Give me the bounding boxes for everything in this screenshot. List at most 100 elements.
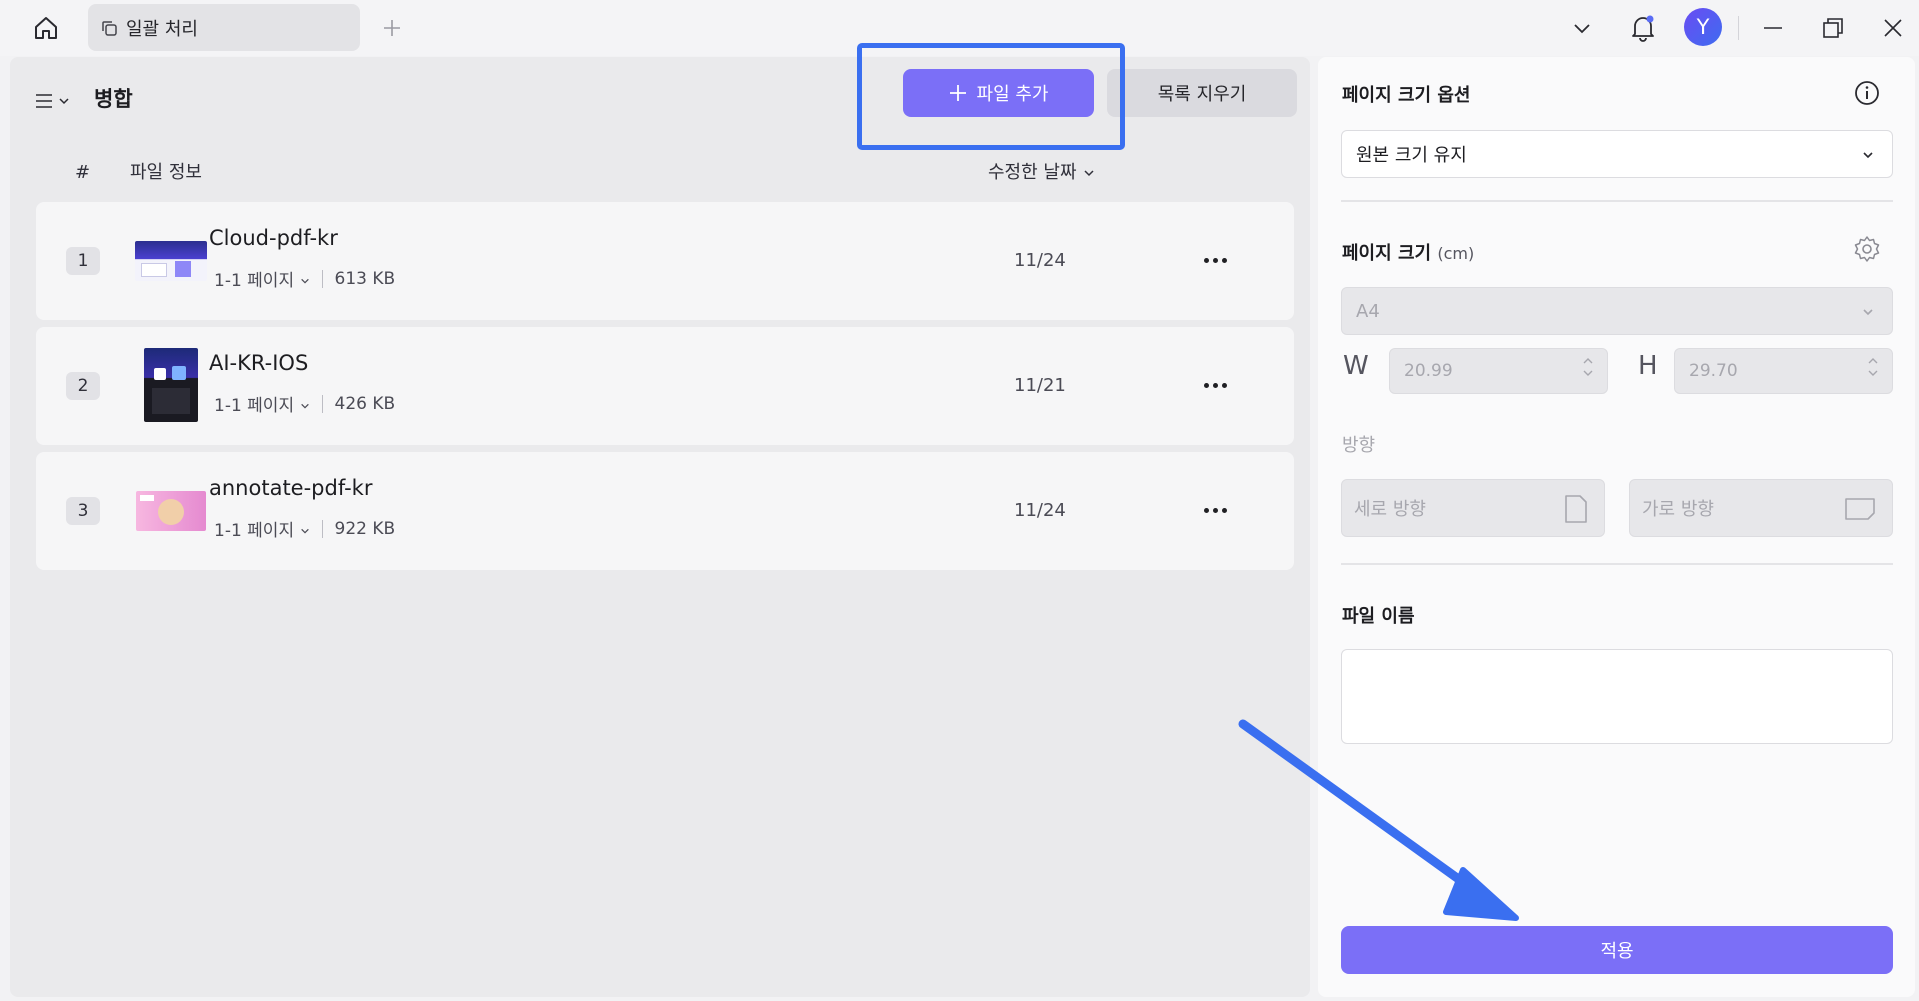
file-meta: 1-1 페이지 426 KB — [214, 391, 396, 417]
more-options-button[interactable] — [1199, 496, 1231, 524]
chevron-up-icon — [1868, 358, 1878, 364]
filename-label: 파일 이름 — [1342, 606, 1415, 627]
landscape-button[interactable]: 가로 방향 — [1629, 479, 1893, 537]
height-stepper[interactable] — [1868, 357, 1878, 377]
orientation-label: 방향 — [1342, 435, 1376, 456]
home-button[interactable] — [28, 10, 64, 46]
divider — [1341, 200, 1893, 202]
dropdown-button[interactable] — [1562, 8, 1602, 48]
notification-button[interactable] — [1623, 8, 1663, 48]
portrait-page-icon — [1565, 495, 1587, 523]
page-range: 1-1 페이지 — [214, 396, 295, 416]
info-icon — [1855, 81, 1879, 105]
chevron-down-icon — [300, 403, 309, 409]
tab-label: 일괄 처리 — [126, 18, 198, 40]
file-name: Cloud-pdf-kr — [209, 226, 338, 250]
page-range: 1-1 페이지 — [214, 271, 295, 291]
paper-size-select[interactable]: A4 — [1341, 287, 1893, 335]
page-size-label: 페이지 크기 (cm) — [1342, 239, 1474, 265]
add-file-label: 파일 추가 — [976, 84, 1049, 105]
width-value: 20.99 — [1404, 361, 1453, 381]
chevron-down-icon — [1863, 309, 1873, 316]
width-label: W — [1343, 351, 1369, 381]
info-button[interactable] — [1853, 79, 1881, 107]
menu-button[interactable] — [34, 81, 82, 121]
file-thumbnail — [136, 491, 206, 531]
file-date: 11/24 — [1014, 500, 1066, 521]
more-options-button[interactable] — [1199, 246, 1231, 274]
height-label: H — [1638, 351, 1658, 381]
width-stepper[interactable] — [1583, 357, 1593, 377]
title-bar: 일괄 처리 Y — [0, 0, 1919, 56]
gear-icon — [1854, 236, 1880, 262]
more-options-button[interactable] — [1199, 371, 1231, 399]
row-number: 2 — [66, 372, 100, 400]
landscape-label: 가로 방향 — [1642, 499, 1714, 520]
row-number: 1 — [66, 247, 100, 275]
column-header-date-label: 수정한 날짜 — [988, 162, 1077, 183]
chevron-up-icon — [1583, 358, 1593, 364]
plus-icon — [384, 20, 400, 36]
new-tab-button[interactable] — [376, 12, 408, 44]
restore-button[interactable] — [1813, 8, 1853, 48]
page-range-select[interactable]: 1-1 페이지 — [214, 391, 310, 416]
page-range-select[interactable]: 1-1 페이지 — [214, 266, 310, 291]
size-option-label: 페이지 크기 옵션 — [1342, 85, 1471, 106]
size-option-select[interactable]: 원본 크기 유지 — [1341, 130, 1893, 178]
bell-icon — [1632, 15, 1654, 42]
plus-icon — [949, 85, 966, 101]
hamburger-icon — [36, 94, 52, 108]
chevron-down-icon — [1583, 370, 1593, 376]
meta-divider — [321, 269, 323, 288]
apply-button[interactable]: 적용 — [1341, 926, 1893, 974]
portrait-label: 세로 방향 — [1354, 499, 1426, 520]
settings-panel: 페이지 크기 옵션 원본 크기 유지 페이지 크기 (cm) A4 W 20.9… — [1318, 57, 1915, 997]
clear-list-button[interactable]: 목록 지우기 — [1107, 69, 1297, 117]
width-input[interactable]: 20.99 — [1389, 348, 1608, 394]
file-name: AI-KR-IOS — [209, 351, 309, 375]
restore-icon — [1823, 18, 1843, 38]
file-date: 11/21 — [1014, 375, 1066, 396]
divider — [1341, 563, 1893, 565]
page-range: 1-1 페이지 — [214, 521, 295, 541]
file-size: 426 KB — [334, 393, 396, 414]
file-thumbnail — [135, 241, 207, 281]
column-header-date[interactable]: 수정한 날짜 — [988, 158, 1095, 188]
column-header-info: 파일 정보 — [130, 162, 202, 183]
row-number: 3 — [66, 497, 100, 525]
chevron-down-icon — [1084, 170, 1094, 177]
chevron-down-icon — [300, 278, 309, 284]
page-size-settings-button[interactable] — [1853, 235, 1881, 263]
tab-batch[interactable]: 일괄 처리 — [88, 4, 360, 51]
size-option-value: 원본 크기 유지 — [1356, 145, 1467, 166]
file-name: annotate-pdf-kr — [209, 476, 373, 500]
file-row[interactable]: 3 annotate-pdf-kr 1-1 페이지 922 KB 11/24 — [36, 452, 1294, 570]
file-row[interactable]: 1 Cloud-pdf-kr 1-1 페이지 613 KB 11/24 — [36, 202, 1294, 320]
add-file-button[interactable]: 파일 추가 — [903, 69, 1094, 117]
landscape-page-icon — [1845, 498, 1875, 520]
file-row[interactable]: 2 AI-KR-IOS 1-1 페이지 426 KB 11/21 — [36, 327, 1294, 445]
chevron-down-icon — [1868, 370, 1878, 376]
height-input[interactable]: 29.70 — [1674, 348, 1893, 394]
height-value: 29.70 — [1689, 361, 1738, 381]
page-range-select[interactable]: 1-1 페이지 — [214, 516, 310, 541]
close-button[interactable] — [1873, 8, 1913, 48]
file-meta: 1-1 페이지 922 KB — [214, 516, 395, 542]
file-date: 11/24 — [1014, 250, 1066, 271]
page-size-label-text: 페이지 크기 — [1342, 243, 1432, 264]
page-title: 병합 — [94, 87, 133, 111]
file-size: 613 KB — [334, 268, 396, 289]
minimize-button[interactable] — [1753, 8, 1793, 48]
close-icon — [1884, 19, 1902, 37]
column-header-index: # — [75, 162, 91, 183]
portrait-button[interactable]: 세로 방향 — [1341, 479, 1605, 537]
file-meta: 1-1 페이지 613 KB — [214, 266, 396, 292]
meta-divider — [321, 519, 323, 538]
avatar[interactable]: Y — [1684, 8, 1722, 46]
file-list-panel: 병합 파일 추가 목록 지우기 # 파일 정보 수정한 날짜 1 Cloud-p… — [10, 57, 1310, 997]
titlebar-divider — [1738, 16, 1739, 40]
filename-input[interactable] — [1341, 649, 1893, 744]
chevron-down-icon — [300, 528, 309, 534]
meta-divider — [321, 394, 323, 413]
chevron-down-icon — [1863, 152, 1873, 159]
